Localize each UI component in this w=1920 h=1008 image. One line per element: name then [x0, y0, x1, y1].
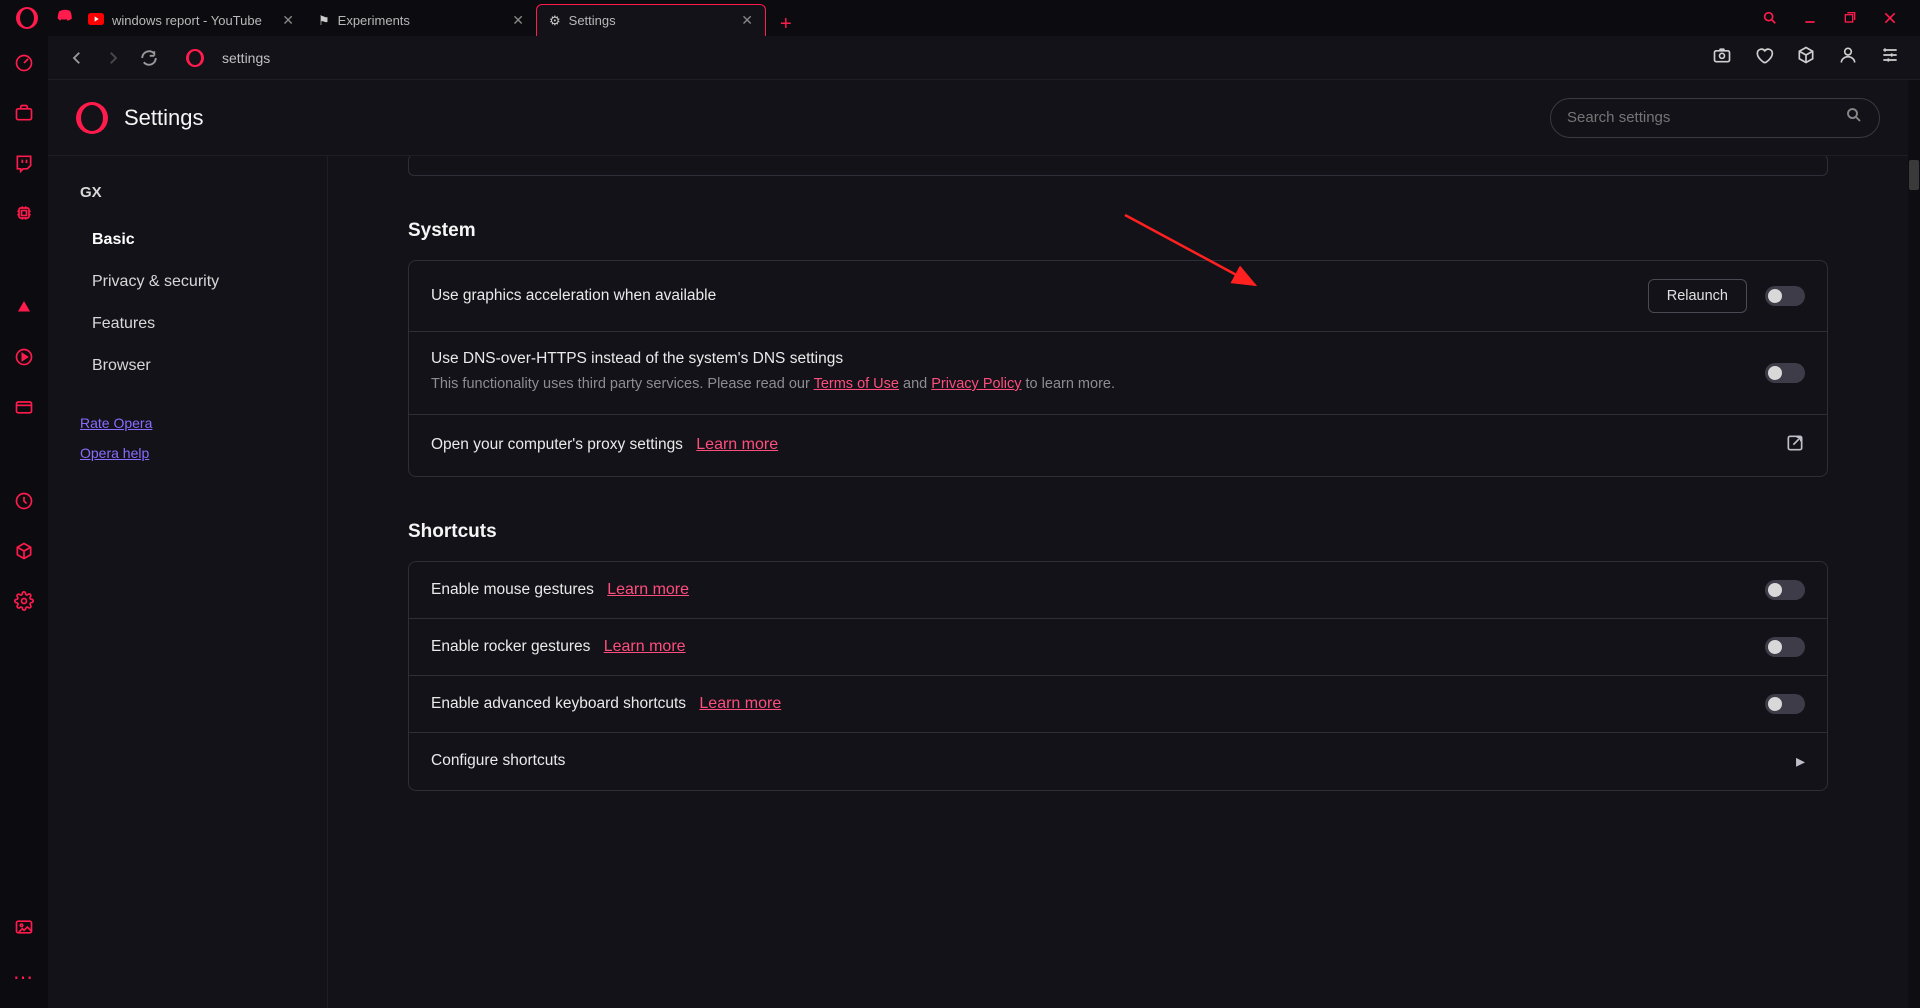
settings-content[interactable]: System Use graphics acceleration when av…	[328, 156, 1908, 1008]
wallet-icon[interactable]	[13, 396, 35, 418]
sidebar-item-features[interactable]: Features	[48, 303, 327, 345]
chip-icon[interactable]	[13, 202, 35, 224]
easy-setup-icon[interactable]	[1880, 45, 1900, 70]
discord-icon[interactable]	[56, 6, 76, 31]
tab-close-button[interactable]: ✕	[512, 12, 524, 29]
close-window-button[interactable]	[1882, 10, 1898, 26]
opera-logo-icon[interactable]	[16, 7, 38, 29]
setting-label: Enable mouse gestures	[431, 581, 594, 598]
row-dns-over-https: Use DNS-over-HTTPS instead of the system…	[409, 332, 1827, 415]
maximize-button[interactable]	[1842, 10, 1858, 26]
search-settings[interactable]	[1550, 98, 1880, 138]
sidebar-category[interactable]: GX	[48, 184, 327, 201]
settings-sidebar: GX Basic Privacy & security Features Bro…	[48, 156, 328, 1008]
gear-icon[interactable]	[13, 590, 35, 612]
heart-icon[interactable]	[1754, 45, 1774, 70]
tab-label: Settings	[569, 13, 616, 28]
terms-of-use-link[interactable]: Terms of Use	[814, 376, 899, 392]
row-proxy-settings[interactable]: Open your computer's proxy settings Lear…	[409, 415, 1827, 476]
setting-description: This functionality uses third party serv…	[431, 374, 1747, 396]
setting-label: Enable advanced keyboard shortcuts	[431, 695, 686, 712]
toggle-dns-over-https[interactable]	[1765, 363, 1805, 383]
section-heading-system: System	[408, 220, 1828, 242]
titlebar: windows report - YouTube ✕ ⚑ Experiments…	[0, 0, 1920, 36]
tab-youtube[interactable]: windows report - YouTube ✕	[76, 4, 306, 36]
camera-icon[interactable]	[1712, 45, 1732, 70]
previous-section-cutoff	[408, 156, 1828, 176]
learn-more-link[interactable]: Learn more	[604, 638, 686, 655]
privacy-policy-link[interactable]: Privacy Policy	[931, 376, 1021, 392]
toggle-mouse-gestures[interactable]	[1765, 580, 1805, 600]
toggle-rocker-gestures[interactable]	[1765, 637, 1805, 657]
briefcase-icon[interactable]	[13, 102, 35, 124]
reload-button[interactable]	[140, 49, 158, 67]
toggle-gpu-acceleration[interactable]	[1765, 286, 1805, 306]
minimize-button[interactable]	[1802, 10, 1818, 26]
opera-o-icon	[186, 49, 204, 67]
cube-icon[interactable]	[13, 540, 35, 562]
external-link-icon[interactable]	[1785, 433, 1805, 458]
row-configure-shortcuts[interactable]: Configure shortcuts ▸	[409, 733, 1827, 790]
learn-more-link[interactable]: Learn more	[607, 581, 689, 598]
row-rocker-gestures: Enable rocker gestures Learn more	[409, 619, 1827, 676]
opera-help-link[interactable]: Opera help	[80, 445, 327, 461]
learn-more-link[interactable]: Learn more	[696, 436, 778, 453]
forward-button[interactable]	[104, 49, 122, 67]
twitch-icon[interactable]	[13, 152, 35, 174]
flag-icon: ⚑	[318, 13, 330, 29]
play-circle-icon[interactable]	[13, 346, 35, 368]
content-scrollbar[interactable]	[1908, 80, 1920, 1008]
section-heading-shortcuts: Shortcuts	[408, 521, 1828, 543]
shortcuts-group: Enable mouse gestures Learn more Enable …	[408, 561, 1828, 791]
setting-label: Open your computer's proxy settings	[431, 436, 683, 453]
cube-icon[interactable]	[1796, 45, 1816, 70]
page-title: Settings	[124, 105, 204, 131]
tab-strip: windows report - YouTube ✕ ⚑ Experiments…	[76, 0, 806, 36]
search-icon	[1845, 106, 1863, 129]
opera-logo-icon	[76, 102, 108, 134]
toggle-keyboard-shortcuts[interactable]	[1765, 694, 1805, 714]
row-mouse-gestures: Enable mouse gestures Learn more	[409, 562, 1827, 619]
search-input[interactable]	[1567, 109, 1845, 126]
back-button[interactable]	[68, 49, 86, 67]
setting-label: Use DNS-over-HTTPS instead of the system…	[431, 350, 1747, 368]
speedometer-icon[interactable]	[13, 52, 35, 74]
settings-page: Settings GX Basic Privacy & security Fea…	[48, 80, 1908, 1008]
chevron-right-icon: ▸	[1796, 751, 1805, 772]
tab-close-button[interactable]: ✕	[282, 12, 294, 29]
system-group: Use graphics acceleration when available…	[408, 260, 1828, 477]
setting-label: Configure shortcuts	[431, 752, 565, 769]
tab-experiments[interactable]: ⚑ Experiments ✕	[306, 4, 536, 36]
learn-more-link[interactable]: Learn more	[699, 695, 781, 712]
gear-icon: ⚙	[549, 13, 561, 29]
setting-label: Enable rocker gestures	[431, 638, 590, 655]
workspace-rail: ⋯	[0, 36, 48, 1008]
new-tab-button[interactable]: +	[766, 13, 806, 36]
person-icon[interactable]	[1838, 45, 1858, 70]
search-button[interactable]	[1762, 10, 1778, 26]
clock-icon[interactable]	[13, 490, 35, 512]
row-keyboard-shortcuts: Enable advanced keyboard shortcuts Learn…	[409, 676, 1827, 733]
address-bar: settings	[48, 36, 1920, 80]
more-icon[interactable]: ⋯	[13, 966, 35, 988]
row-gpu-acceleration: Use graphics acceleration when available…	[409, 261, 1827, 332]
rate-opera-link[interactable]: Rate Opera	[80, 415, 327, 431]
tab-label: windows report - YouTube	[112, 13, 262, 28]
setting-label: Use graphics acceleration when available	[431, 287, 1630, 305]
tab-label: Experiments	[338, 13, 410, 28]
tab-settings[interactable]: ⚙ Settings ✕	[536, 4, 766, 36]
sidebar-item-browser[interactable]: Browser	[48, 345, 327, 387]
sidebar-item-basic[interactable]: Basic	[48, 219, 327, 261]
address-text[interactable]: settings	[222, 50, 270, 66]
youtube-icon	[88, 13, 104, 28]
tab-close-button[interactable]: ✕	[741, 12, 753, 29]
picture-icon[interactable]	[13, 916, 35, 938]
relaunch-button[interactable]: Relaunch	[1648, 279, 1747, 313]
triangle-icon[interactable]	[13, 296, 35, 318]
settings-header: Settings	[48, 80, 1908, 156]
scrollbar-thumb[interactable]	[1909, 160, 1919, 190]
sidebar-item-privacy[interactable]: Privacy & security	[48, 261, 327, 303]
